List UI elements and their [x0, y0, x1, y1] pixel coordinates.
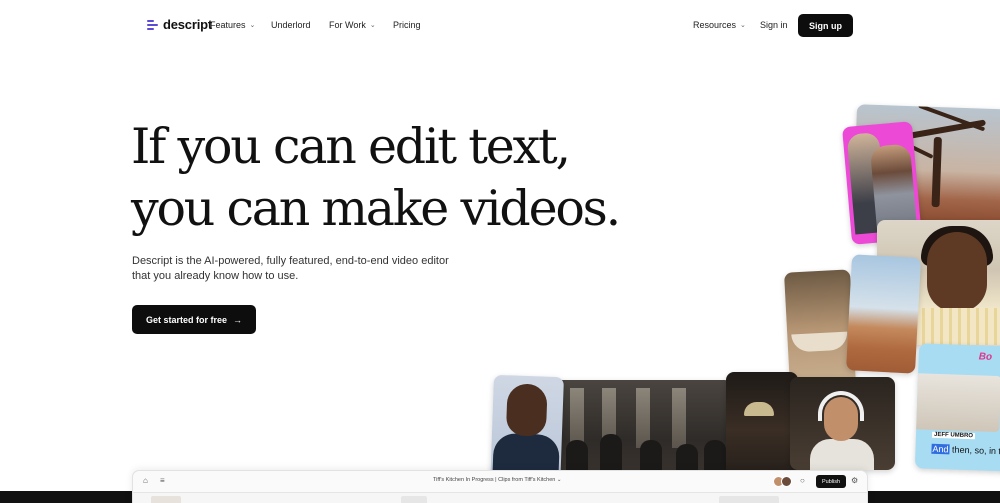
- comment-icon[interactable]: ○: [800, 476, 805, 485]
- project-breadcrumb[interactable]: Tiff's Kitchen In Progress | Clips from …: [433, 477, 561, 483]
- hero-subtitle-line-1: Descript is the AI-powered, fully featur…: [132, 255, 449, 267]
- arrow-right-icon: →: [233, 314, 243, 325]
- caption-tag: Bo: [978, 351, 993, 363]
- sign-in-link[interactable]: Sign in: [760, 20, 788, 30]
- bottom-band-left: [0, 491, 132, 503]
- app-toolbar: ⌂ ≡ Tiff's Kitchen In Progress | Clips f…: [133, 471, 867, 493]
- descript-logo-icon: [147, 19, 158, 31]
- caption-card: Bo JEFF UMBRO And then, so, in th: [914, 343, 1000, 472]
- descript-logo[interactable]: descript: [147, 17, 212, 32]
- sign-up-button[interactable]: Sign up: [798, 14, 853, 37]
- app-control: [401, 496, 427, 503]
- headphones-photo: [790, 377, 895, 470]
- nav-pricing[interactable]: Pricing: [393, 20, 421, 30]
- home-icon[interactable]: ⌂: [143, 476, 148, 485]
- publish-button[interactable]: Publish: [816, 475, 846, 488]
- get-started-button[interactable]: Get started for free →: [132, 305, 256, 334]
- caption-speaker-name: JEFF UMBRO: [931, 431, 976, 440]
- chevron-down-icon: ⌄: [740, 22, 746, 29]
- nav-features[interactable]: Features ⌄: [210, 20, 255, 30]
- hero-title-line-1: If you can edit text,: [131, 118, 571, 175]
- logo-text: descript: [163, 17, 212, 32]
- chevron-down-icon: ⌄: [369, 22, 376, 29]
- app-preview: ⌂ ≡ Tiff's Kitchen In Progress | Clips f…: [132, 470, 868, 503]
- nav-resources-label: Resources: [693, 20, 737, 30]
- top-nav: descript Features ⌄ Underlord For Work ⌄…: [0, 0, 1000, 52]
- nav-pricing-label: Pricing: [393, 20, 421, 30]
- hero-title-line-2: you can make videos.: [131, 180, 621, 237]
- app-panel-header: [719, 496, 779, 503]
- nav-for-work-label: For Work: [329, 20, 366, 30]
- interview-photo: [914, 372, 1000, 433]
- desert-photo: [846, 254, 921, 374]
- nav-resources[interactable]: Resources ⌄: [693, 20, 746, 30]
- nav-for-work[interactable]: For Work ⌄: [329, 20, 376, 30]
- collaborator-avatars: [773, 476, 795, 487]
- nav-features-label: Features: [210, 20, 246, 30]
- bottom-band-right: [868, 491, 1000, 503]
- nav-underlord[interactable]: Underlord: [271, 20, 311, 30]
- cooking-photo: [784, 269, 856, 389]
- hero-subtitle-line-2: that you already know how to use.: [132, 270, 299, 282]
- app-thumbnail: [151, 496, 181, 503]
- sign-in-label: Sign in: [760, 20, 788, 30]
- get-started-label: Get started for free: [145, 314, 228, 325]
- hero-subtitle: Descript is the AI-powered, fully featur…: [132, 254, 472, 284]
- menu-icon[interactable]: ≡: [160, 476, 165, 485]
- settings-icon[interactable]: ⚙: [851, 476, 858, 485]
- hero-title: If you can edit text, you can make video…: [131, 116, 621, 240]
- caption-rest: then, so, in th: [951, 444, 1000, 457]
- band-photo: [556, 380, 728, 480]
- caption-text: And then, so, in th: [931, 443, 1000, 457]
- chevron-down-icon: ⌄: [249, 22, 256, 29]
- nav-underlord-label: Underlord: [271, 20, 311, 30]
- caption-highlight-word: And: [931, 443, 950, 455]
